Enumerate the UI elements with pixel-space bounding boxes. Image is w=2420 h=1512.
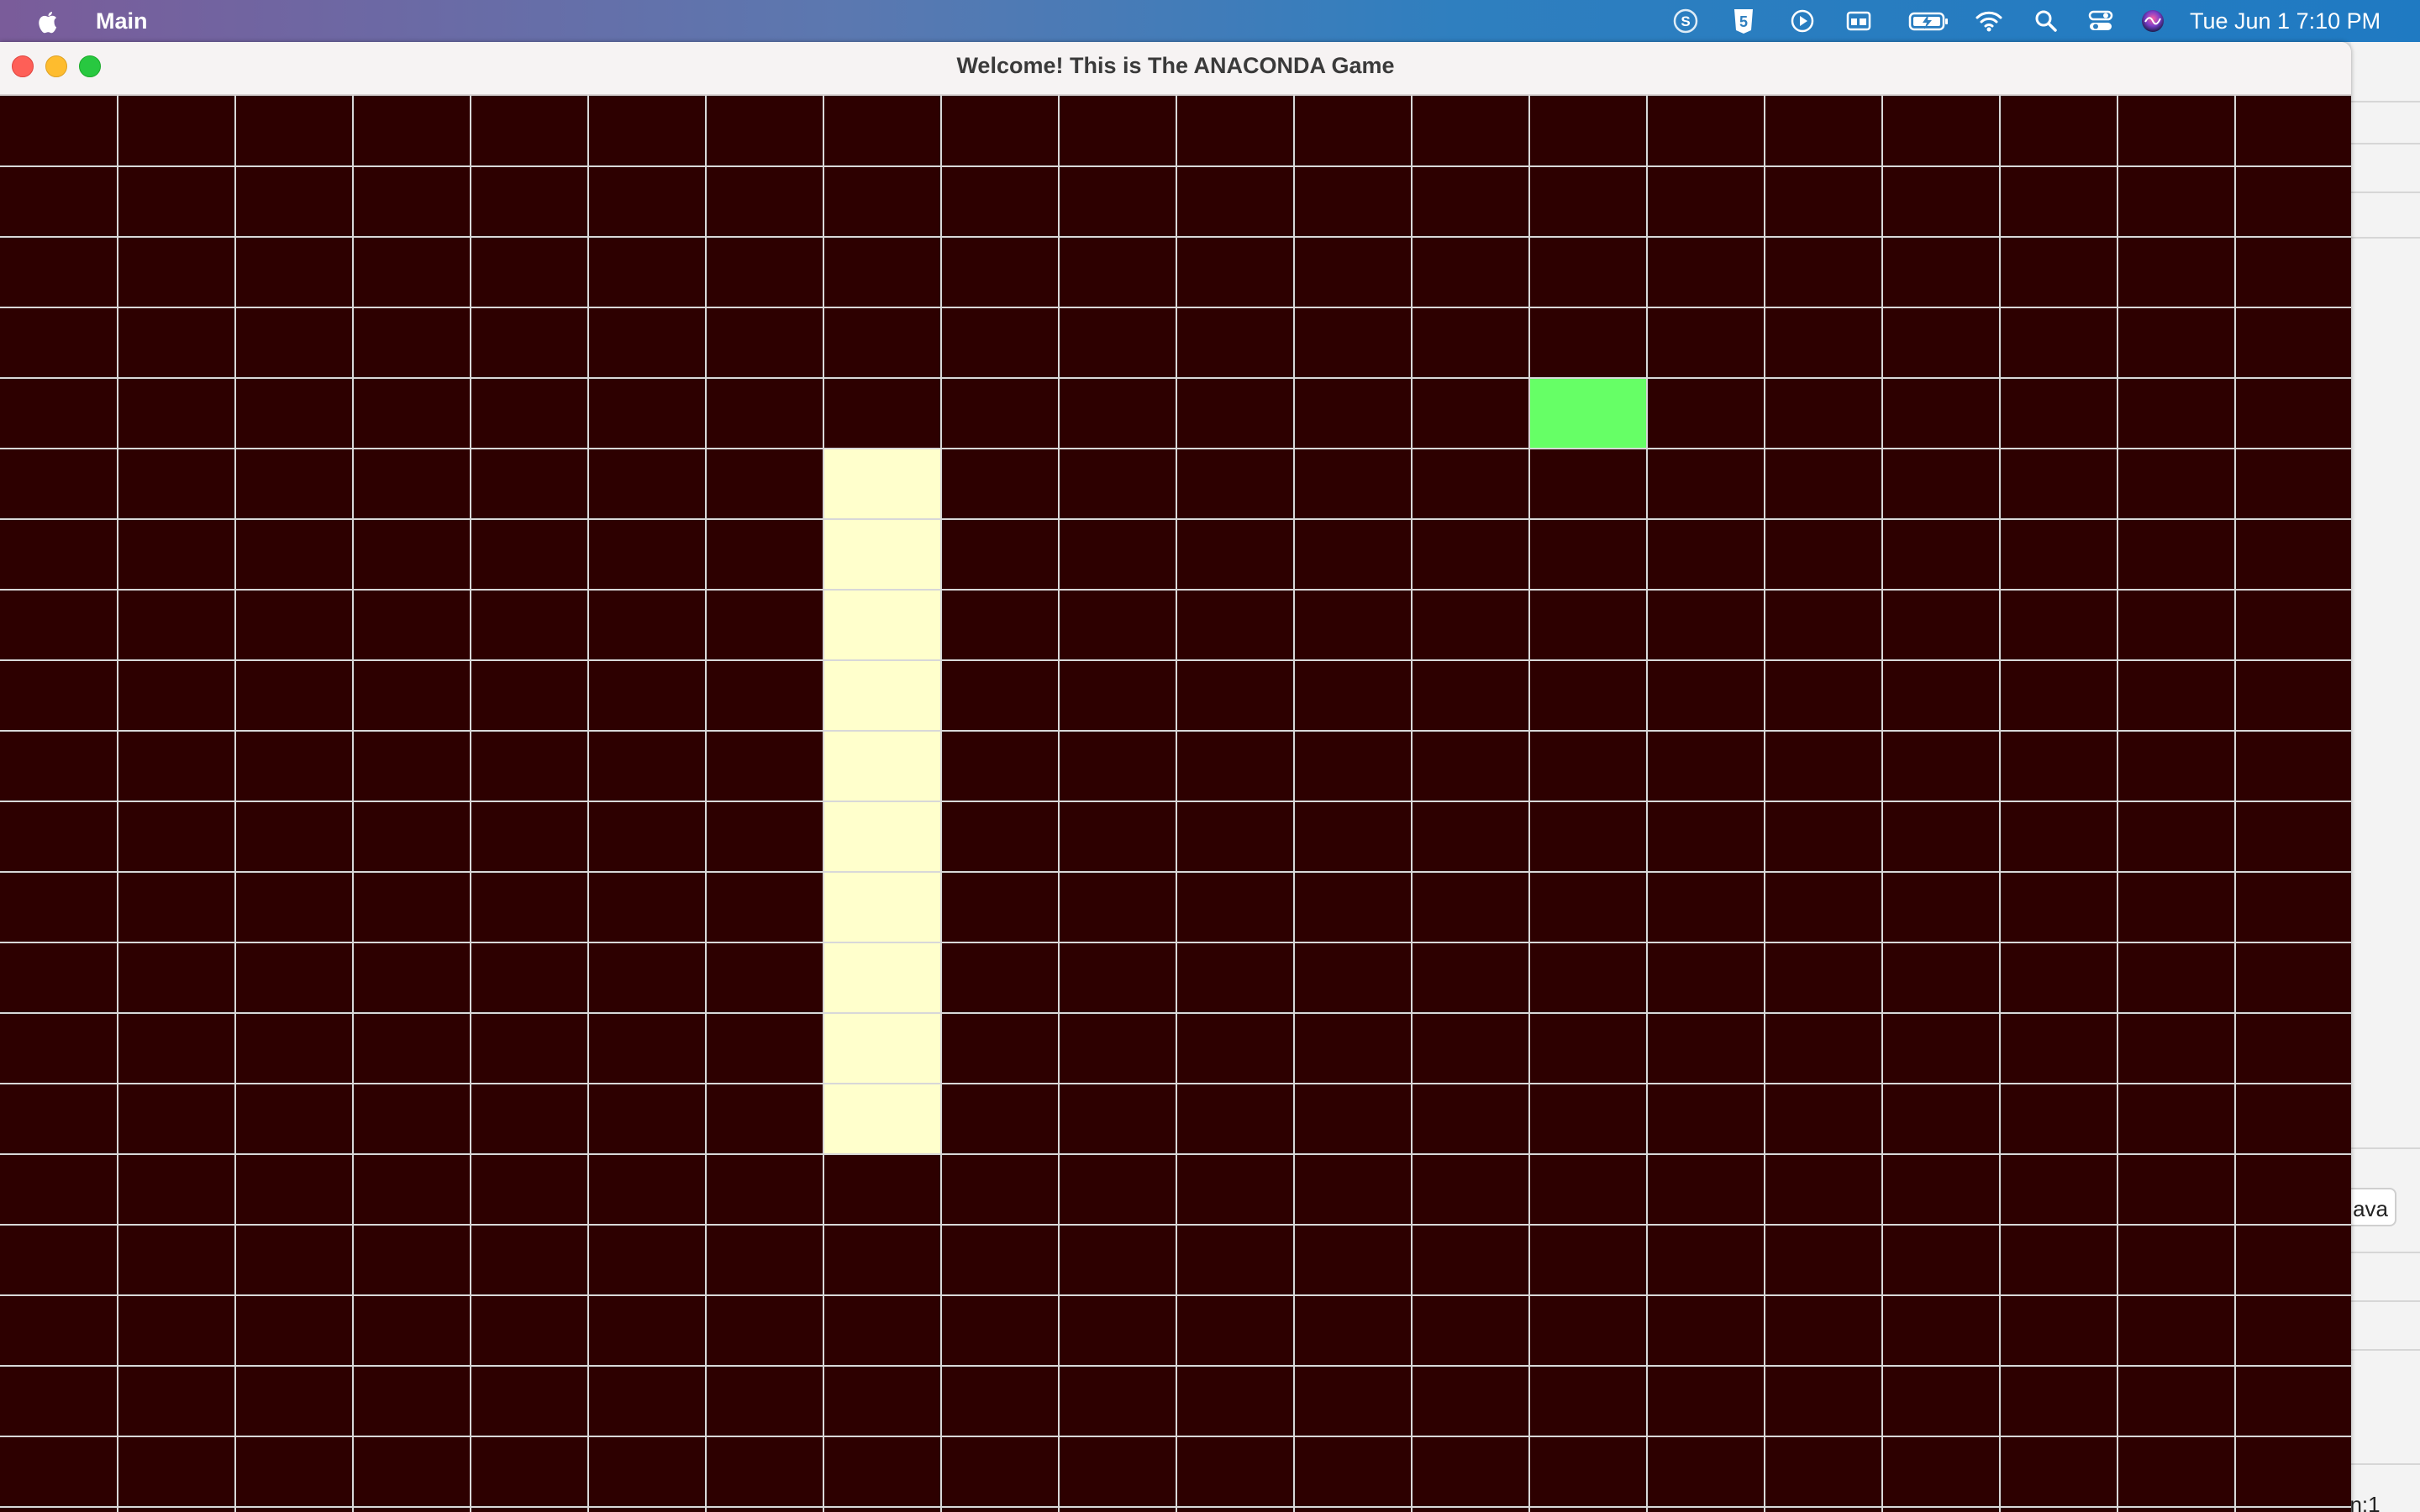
skype-icon[interactable]: S <box>1671 7 1700 35</box>
snake-segment <box>823 590 941 660</box>
snake-segment <box>823 519 941 590</box>
menubar-clock[interactable]: Tue Jun 1 7:10 PM <box>2190 7 2381 35</box>
snake-segment <box>823 1084 941 1154</box>
search-icon[interactable] <box>2032 7 2060 35</box>
snake-segment <box>823 942 941 1013</box>
app-menu-name[interactable]: Main <box>96 7 148 35</box>
s5-icon[interactable]: 5 <box>1729 7 1758 35</box>
window-titlebar[interactable]: Welcome! This is The ANACONDA Game <box>0 42 2351 96</box>
svg-text:S: S <box>1681 13 1690 29</box>
snake-segment <box>823 872 941 942</box>
snake-segment <box>823 801 941 872</box>
game-board[interactable] <box>0 96 2351 1512</box>
game-window: Welcome! This is The ANACONDA Game <box>0 42 2351 1512</box>
game-grid <box>0 96 2351 1512</box>
wifi-icon[interactable] <box>1975 7 2003 35</box>
window-title: Welcome! This is The ANACONDA Game <box>956 53 1395 78</box>
snake-segment <box>823 660 941 731</box>
screen-icon[interactable] <box>1844 7 1873 35</box>
play-icon[interactable] <box>1788 7 1817 35</box>
snake-head <box>823 449 941 519</box>
food-cell <box>1529 378 1647 449</box>
snake-segment <box>823 1013 941 1084</box>
background-window <box>2351 42 2420 1512</box>
apple-icon[interactable] <box>34 7 62 35</box>
menu-bar: Main S 5 Tue Jun 1 7:10 PM <box>0 0 2420 42</box>
control-center-icon[interactable] <box>2086 7 2115 35</box>
snake-segment <box>823 731 941 801</box>
battery-icon[interactable] <box>1907 7 1949 35</box>
svg-text:5: 5 <box>1739 13 1748 30</box>
siri-icon[interactable] <box>2139 7 2167 35</box>
